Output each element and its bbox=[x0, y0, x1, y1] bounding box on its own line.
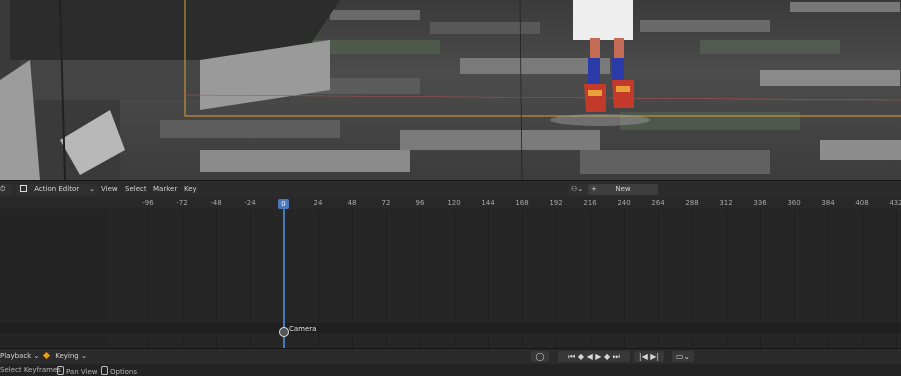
editor-type-selector[interactable]: ⏱ bbox=[0, 184, 12, 195]
playback-bar: Playback ⌄ Keying ⌄ ◯ ⏮ ◆ ◀ ▶ ◆ ⏭ |◀ ▶| … bbox=[0, 348, 901, 365]
axis-line bbox=[184, 94, 901, 101]
ruler-tick-label: 288 bbox=[685, 199, 699, 207]
prev-keyframe-icon[interactable]: ◆ bbox=[578, 352, 584, 361]
camera-channel-label: Camera bbox=[289, 325, 317, 333]
chevron-down-icon: ⌄ bbox=[33, 352, 40, 360]
jump-start-icon[interactable]: ⏮ bbox=[568, 352, 575, 361]
chevron-down-icon: ⌄ bbox=[80, 352, 87, 360]
chevron-down-icon: ⌄ bbox=[89, 185, 95, 193]
playback-label: Playback bbox=[0, 352, 32, 360]
action-icon: ⚇⌄ bbox=[571, 185, 584, 193]
ruler-tick-label: 48 bbox=[347, 199, 357, 207]
viewport-scene bbox=[0, 0, 901, 180]
ruler-tick-label: 120 bbox=[447, 199, 461, 207]
keyframe-jump-controls[interactable]: |◀ ▶| bbox=[634, 351, 664, 362]
ruler-tick-label: 384 bbox=[821, 199, 835, 207]
sync-dropdown[interactable]: ▭⌄ bbox=[672, 351, 694, 362]
frame-ruler[interactable]: -96 -72 -48 -24 0 24 48 72 96 120 144 168 192 216 240 2… bbox=[0, 197, 901, 209]
ruler-tick-label: 264 bbox=[651, 199, 665, 207]
camera-keyframe[interactable] bbox=[279, 327, 289, 337]
status-pan-view: Pan View bbox=[57, 366, 97, 376]
3d-viewport[interactable] bbox=[0, 0, 901, 180]
play-icon[interactable]: ▶ bbox=[595, 352, 601, 361]
status-bar: Select Keyframes Pan View Options bbox=[0, 364, 901, 376]
playback-menu[interactable]: Playback ⌄ bbox=[0, 351, 39, 362]
status-options: Options bbox=[101, 366, 137, 376]
record-icon: ◯ bbox=[535, 352, 545, 361]
keying-menu[interactable]: Keying ⌄ bbox=[42, 351, 87, 362]
menu-marker[interactable]: Marker bbox=[153, 184, 177, 195]
mouse-icon bbox=[57, 366, 64, 375]
plus-icon: + bbox=[591, 185, 597, 193]
keying-icon bbox=[42, 351, 51, 360]
ruler-tick-label: -24 bbox=[244, 199, 256, 207]
ruler-tick-label: 192 bbox=[549, 199, 563, 207]
status-select-keyframes: Select Keyframes bbox=[0, 366, 61, 374]
mode-dropdown[interactable]: Action Editor ⌄ bbox=[16, 184, 98, 195]
ruler-tick-label: -48 bbox=[210, 199, 222, 207]
menu-view[interactable]: View bbox=[101, 184, 118, 195]
transport-controls: ⏮ ◆ ◀ ▶ ◆ ⏭ bbox=[558, 351, 630, 362]
ruler-tick-label: -96 bbox=[142, 199, 154, 207]
ruler-tick-label: 432 bbox=[889, 199, 901, 207]
play-reverse-icon[interactable]: ◀ bbox=[587, 352, 593, 361]
ruler-tick-label: 216 bbox=[583, 199, 597, 207]
ruler-tick-label: 144 bbox=[481, 199, 495, 207]
keyframe-area[interactable] bbox=[108, 209, 901, 333]
ruler-tick-label: 360 bbox=[787, 199, 801, 207]
ruler-tick-label: 96 bbox=[415, 199, 425, 207]
menu-key[interactable]: Key bbox=[184, 184, 197, 195]
summary-row bbox=[0, 323, 901, 333]
ruler-tick-label: 168 bbox=[515, 199, 529, 207]
ruler-tick-label: 408 bbox=[855, 199, 869, 207]
timeline-area[interactable]: -96 -72 -48 -24 0 24 48 72 96 120 144 168 192 216 240 2… bbox=[0, 197, 901, 349]
ruler-tick-label: 336 bbox=[753, 199, 767, 207]
dopesheet-header: ⏱ Action Editor ⌄ View Select Marker Key… bbox=[0, 180, 901, 198]
ruler-tick-label: -72 bbox=[176, 199, 188, 207]
jump-end-icon[interactable]: ⏭ bbox=[613, 352, 620, 361]
ruler-tick-label: 240 bbox=[617, 199, 631, 207]
mouse-icon bbox=[101, 366, 108, 375]
action-editor-icon bbox=[20, 185, 27, 192]
keying-label: Keying bbox=[55, 352, 79, 360]
mode-label: Action Editor bbox=[34, 185, 80, 193]
current-frame-indicator[interactable]: 0 bbox=[278, 199, 289, 209]
clock-icon: ▭⌄ bbox=[675, 352, 691, 361]
dopesheet-icon: ⏱ bbox=[0, 185, 6, 193]
ruler-tick-label: 72 bbox=[381, 199, 391, 207]
browse-action-button[interactable]: ⚇⌄ bbox=[569, 184, 589, 195]
new-action-button[interactable]: + New bbox=[588, 184, 658, 195]
ruler-tick-label: 24 bbox=[313, 199, 323, 207]
ruler-tick-label: 312 bbox=[719, 199, 733, 207]
menu-select[interactable]: Select bbox=[125, 184, 147, 195]
new-action-label: New bbox=[615, 185, 631, 193]
keyframe-jump-icon: |◀ ▶| bbox=[638, 352, 660, 361]
record-button[interactable]: ◯ bbox=[531, 351, 549, 362]
next-keyframe-icon[interactable]: ◆ bbox=[604, 352, 610, 361]
